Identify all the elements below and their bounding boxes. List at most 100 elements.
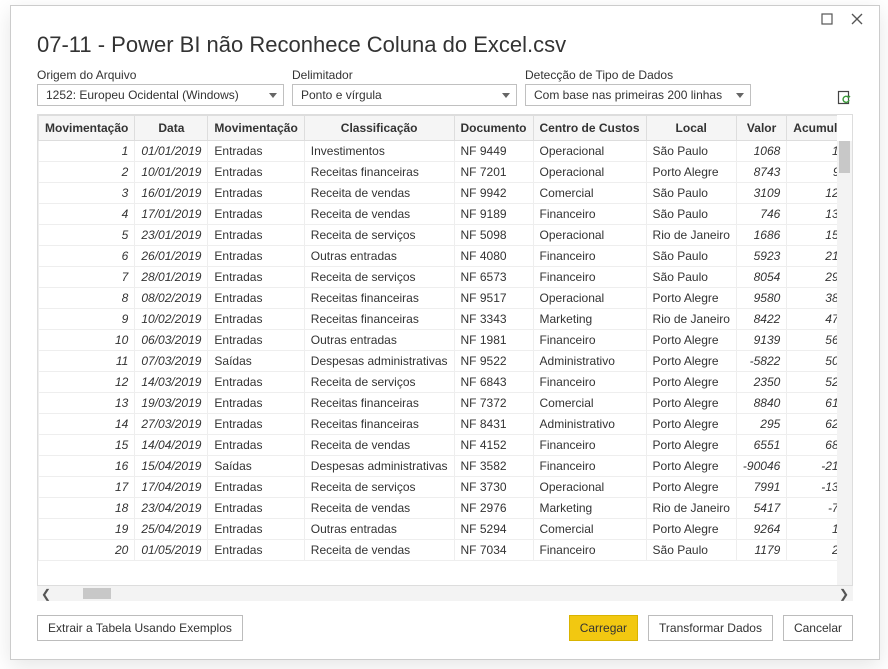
- table-row[interactable]: 728/01/2019EntradasReceita de serviçosNF…: [39, 267, 838, 288]
- cell-class: Receita de vendas: [304, 204, 454, 225]
- cancel-button[interactable]: Cancelar: [783, 615, 853, 641]
- cell-data: 17/01/2019: [135, 204, 208, 225]
- scroll-left-icon[interactable]: ❮: [37, 587, 55, 601]
- cell-acum: 50648: [787, 351, 837, 372]
- cell-mov2: Entradas: [208, 204, 304, 225]
- col-header-cc[interactable]: Centro de Custos: [533, 116, 646, 141]
- cell-cc: Operacional: [533, 162, 646, 183]
- table-row[interactable]: 101/01/2019EntradasInvestimentosNF 9449O…: [39, 141, 838, 162]
- col-header-local[interactable]: Local: [646, 116, 736, 141]
- transform-button[interactable]: Transformar Dados: [648, 615, 773, 641]
- scroll-right-icon[interactable]: ❯: [835, 587, 853, 601]
- chevron-down-icon: [269, 93, 277, 98]
- close-icon[interactable]: [849, 12, 865, 28]
- cell-valor: 3109: [736, 183, 786, 204]
- cell-acum: 61838: [787, 393, 837, 414]
- cell-data: 27/03/2019: [135, 414, 208, 435]
- table-row[interactable]: 1717/04/2019EntradasReceita de serviçosN…: [39, 477, 838, 498]
- table-row[interactable]: 417/01/2019EntradasReceita de vendasNF 9…: [39, 204, 838, 225]
- table-row[interactable]: 1214/03/2019EntradasReceita de serviçosN…: [39, 372, 838, 393]
- cell-mov2: Entradas: [208, 183, 304, 204]
- col-header-valor[interactable]: Valor: [736, 116, 786, 141]
- cell-cc: Administrativo: [533, 414, 646, 435]
- horizontal-scrollbar[interactable]: ❮ ❯: [37, 586, 853, 601]
- col-header-doc[interactable]: Documento: [454, 116, 533, 141]
- cell-local: São Paulo: [646, 141, 736, 162]
- cell-class: Receitas financeiras: [304, 309, 454, 330]
- origin-label: Origem do Arquivo: [37, 68, 284, 82]
- cell-mov1: 10: [39, 330, 135, 351]
- detection-dropdown[interactable]: Com base nas primeiras 200 linhas: [525, 84, 751, 106]
- cell-acum: 56470: [787, 330, 837, 351]
- table-row[interactable]: 1107/03/2019SaídasDespesas administrativ…: [39, 351, 838, 372]
- table-row[interactable]: 316/01/2019EntradasReceita de vendasNF 9…: [39, 183, 838, 204]
- cell-mov1: 3: [39, 183, 135, 204]
- origin-dropdown[interactable]: 1252: Europeu Ocidental (Windows): [37, 84, 284, 106]
- table-row[interactable]: 1615/04/2019SaídasDespesas administrativ…: [39, 456, 838, 477]
- cell-mov2: Saídas: [208, 456, 304, 477]
- col-header-mov1[interactable]: Movimentação: [39, 116, 135, 141]
- load-button[interactable]: Carregar: [569, 615, 638, 641]
- table-row[interactable]: 1006/03/2019EntradasOutras entradasNF 19…: [39, 330, 838, 351]
- cell-local: Porto Alegre: [646, 351, 736, 372]
- col-header-class[interactable]: Classificação: [304, 116, 454, 141]
- cell-mov2: Entradas: [208, 267, 304, 288]
- cell-mov1: 2: [39, 162, 135, 183]
- delimiter-dropdown[interactable]: Ponto e vírgula: [292, 84, 517, 106]
- cell-valor: 6551: [736, 435, 786, 456]
- cell-data: 16/01/2019: [135, 183, 208, 204]
- cell-mov2: Entradas: [208, 372, 304, 393]
- cell-data: 26/01/2019: [135, 246, 208, 267]
- scrollbar-thumb[interactable]: [839, 141, 850, 173]
- extract-table-button[interactable]: Extrair a Tabela Usando Exemplos: [37, 615, 243, 641]
- col-header-acum[interactable]: Acumulado: [787, 116, 837, 141]
- table-row[interactable]: 1427/03/2019EntradasReceitas financeiras…: [39, 414, 838, 435]
- cell-mov2: Entradas: [208, 162, 304, 183]
- cell-mov2: Entradas: [208, 141, 304, 162]
- cell-local: Porto Alegre: [646, 519, 736, 540]
- table-row[interactable]: 1823/04/2019EntradasReceita de vendasNF …: [39, 498, 838, 519]
- table-row[interactable]: 1925/04/2019EntradasOutras entradasNF 52…: [39, 519, 838, 540]
- scrollbar-thumb[interactable]: [83, 588, 111, 599]
- maximize-icon[interactable]: [819, 12, 835, 28]
- cell-mov2: Entradas: [208, 246, 304, 267]
- button-row: Extrair a Tabela Usando Exemplos Carrega…: [11, 601, 879, 659]
- cell-valor: 7991: [736, 477, 786, 498]
- table-row[interactable]: 1514/04/2019EntradasReceita de vendasNF …: [39, 435, 838, 456]
- origin-value: 1252: Europeu Ocidental (Windows): [46, 88, 239, 102]
- col-header-data[interactable]: Data: [135, 116, 208, 141]
- cell-local: Porto Alegre: [646, 456, 736, 477]
- cell-data: 01/01/2019: [135, 141, 208, 162]
- cell-mov1: 6: [39, 246, 135, 267]
- table-row[interactable]: 626/01/2019EntradasOutras entradasNF 408…: [39, 246, 838, 267]
- cell-mov1: 20: [39, 540, 135, 561]
- table-row[interactable]: 523/01/2019EntradasReceita de serviçosNF…: [39, 225, 838, 246]
- cell-class: Receita de serviços: [304, 477, 454, 498]
- cell-data: 06/03/2019: [135, 330, 208, 351]
- cell-mov1: 19: [39, 519, 135, 540]
- col-header-mov2[interactable]: Movimentação: [208, 116, 304, 141]
- vertical-scrollbar[interactable]: [837, 141, 852, 585]
- cell-doc: NF 2976: [454, 498, 533, 519]
- cell-mov1: 8: [39, 288, 135, 309]
- delimiter-label: Delimitador: [292, 68, 517, 82]
- cell-doc: NF 9189: [454, 204, 533, 225]
- cell-class: Despesas administrativas: [304, 351, 454, 372]
- chevron-down-icon: [502, 93, 510, 98]
- cell-acum: 2489: [787, 540, 837, 561]
- cell-class: Despesas administrativas: [304, 456, 454, 477]
- table-row[interactable]: 1319/03/2019EntradasReceitas financeiras…: [39, 393, 838, 414]
- refresh-icon[interactable]: [837, 90, 853, 106]
- table-row[interactable]: 2001/05/2019EntradasReceita de vendasNF …: [39, 540, 838, 561]
- cell-doc: NF 7201: [454, 162, 533, 183]
- cell-data: 14/03/2019: [135, 372, 208, 393]
- cell-mov1: 17: [39, 477, 135, 498]
- table-wrap: Movimentação Data Movimentação Classific…: [37, 114, 853, 586]
- table-row[interactable]: 210/01/2019EntradasReceitas financeirasN…: [39, 162, 838, 183]
- table-row[interactable]: 808/02/2019EntradasReceitas financeirasN…: [39, 288, 838, 309]
- cell-class: Investimentos: [304, 141, 454, 162]
- cell-data: 28/01/2019: [135, 267, 208, 288]
- cell-local: Rio de Janeiro: [646, 309, 736, 330]
- cell-acum: 29329: [787, 267, 837, 288]
- table-row[interactable]: 910/02/2019EntradasReceitas financeirasN…: [39, 309, 838, 330]
